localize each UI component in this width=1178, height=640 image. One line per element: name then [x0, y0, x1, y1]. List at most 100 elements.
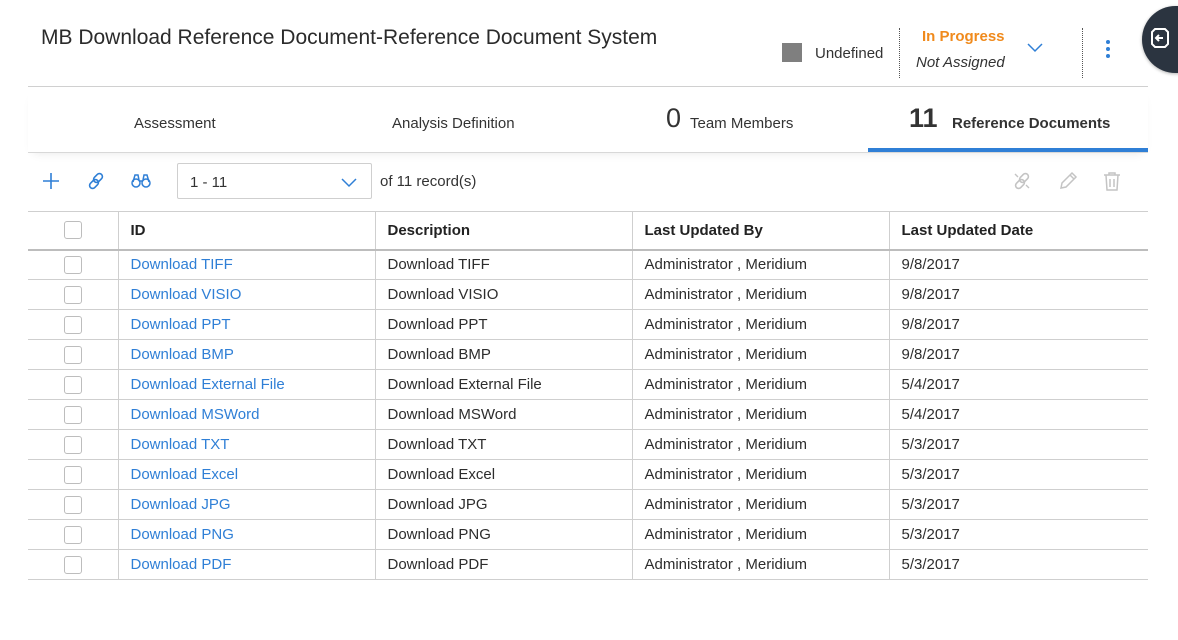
tabs-divider: [28, 152, 1148, 153]
document-id-link[interactable]: Download PNG: [131, 526, 234, 543]
trash-icon[interactable]: [1101, 170, 1123, 192]
updated-date-cell: 9/8/2017: [889, 339, 1148, 370]
state-name[interactable]: In Progress: [922, 28, 1005, 45]
document-id-link[interactable]: Download VISIO: [131, 286, 242, 303]
updated-date-cell: 5/3/2017: [889, 549, 1148, 580]
table-row: Download PPT Download PPT Administrator …: [28, 309, 1148, 340]
row-checkbox[interactable]: [63, 525, 82, 544]
table-row: Download External File Download External…: [28, 369, 1148, 400]
reference-documents-table: ID Description Last Updated By Last Upda…: [28, 211, 1148, 580]
table-row: Download PDF Download PDF Administrator …: [28, 549, 1148, 580]
tab-label: Analysis Definition: [392, 115, 515, 132]
column-header-description[interactable]: Description: [375, 211, 633, 251]
description-cell: Download PNG: [375, 519, 633, 550]
row-checkbox[interactable]: [63, 315, 82, 334]
row-checkbox[interactable]: [63, 495, 82, 514]
more-options-icon[interactable]: [1100, 40, 1116, 62]
updated-by-cell: Administrator , Meridium: [632, 309, 890, 340]
updated-by-cell: Administrator , Meridium: [632, 339, 890, 370]
updated-date-cell: 5/3/2017: [889, 429, 1148, 460]
tab-label: Assessment: [134, 115, 216, 132]
page-title: MB Download Reference Document-Reference…: [41, 26, 658, 49]
page-range-value: 1 - 11: [190, 174, 228, 191]
tab-team-members[interactable]: 0 Team Members: [588, 87, 868, 152]
row-checkbox[interactable]: [63, 465, 82, 484]
updated-by-cell: Administrator , Meridium: [632, 249, 890, 280]
description-cell: Download PPT: [375, 309, 633, 340]
side-panel-toggle[interactable]: [1142, 6, 1178, 73]
updated-by-cell: Administrator , Meridium: [632, 369, 890, 400]
tab-label: Team Members: [690, 115, 794, 132]
description-cell: Download PDF: [375, 549, 633, 580]
document-id-link[interactable]: Download TIFF: [131, 256, 233, 273]
description-cell: Download External File: [375, 369, 633, 400]
plus-icon[interactable]: [40, 170, 62, 192]
updated-by-cell: Administrator , Meridium: [632, 489, 890, 520]
row-checkbox[interactable]: [63, 285, 82, 304]
updated-date-cell: 5/3/2017: [889, 519, 1148, 550]
row-checkbox[interactable]: [63, 435, 82, 454]
pencil-icon[interactable]: [1057, 170, 1079, 192]
description-cell: Download Excel: [375, 459, 633, 490]
updated-date-cell: 9/8/2017: [889, 249, 1148, 280]
table-row: Download Excel Download Excel Administra…: [28, 459, 1148, 490]
table-row: Download VISIO Download VISIO Administra…: [28, 279, 1148, 310]
table-row: Download BMP Download BMP Administrator …: [28, 339, 1148, 370]
chevron-down-icon[interactable]: [1027, 40, 1043, 58]
select-all-cell: [28, 211, 119, 251]
tab-reference-documents[interactable]: 11 Reference Documents: [868, 87, 1148, 152]
updated-date-cell: 5/3/2017: [889, 459, 1148, 490]
document-id-link[interactable]: Download PPT: [131, 316, 231, 333]
status-color-swatch: [782, 43, 802, 62]
page-range-select[interactable]: 1 - 11: [177, 163, 372, 199]
description-cell: Download TXT: [375, 429, 633, 460]
status-label: Undefined: [815, 45, 884, 62]
tab-analysis-definition[interactable]: Analysis Definition: [308, 87, 588, 152]
column-header-last-updated-date[interactable]: Last Updated Date: [889, 211, 1148, 251]
updated-date-cell: 9/8/2017: [889, 309, 1148, 340]
unlink-icon[interactable]: [1011, 170, 1033, 192]
record-count: of 11 record(s): [380, 173, 477, 190]
document-id-link[interactable]: Download Excel: [131, 466, 239, 483]
state-assignment: Not Assigned: [916, 54, 1005, 71]
description-cell: Download MSWord: [375, 399, 633, 430]
table-row: Download MSWord Download MSWord Administ…: [28, 399, 1148, 430]
updated-by-cell: Administrator , Meridium: [632, 549, 890, 580]
document-id-link[interactable]: Download BMP: [131, 346, 234, 363]
table-row: Download PNG Download PNG Administrator …: [28, 519, 1148, 550]
updated-date-cell: 5/3/2017: [889, 489, 1148, 520]
updated-by-cell: Administrator , Meridium: [632, 399, 890, 430]
row-checkbox[interactable]: [63, 555, 82, 574]
header-divider: [899, 28, 900, 78]
row-checkbox[interactable]: [63, 405, 82, 424]
description-cell: Download VISIO: [375, 279, 633, 310]
tab-label: Reference Documents: [952, 115, 1111, 132]
description-cell: Download JPG: [375, 489, 633, 520]
document-id-link[interactable]: Download External File: [131, 376, 285, 393]
binoculars-icon[interactable]: [130, 170, 152, 192]
row-checkbox[interactable]: [63, 345, 82, 364]
updated-date-cell: 9/8/2017: [889, 279, 1148, 310]
chevron-down-icon: [341, 178, 357, 188]
column-header-last-updated-by[interactable]: Last Updated By: [632, 211, 890, 251]
tab-assessment[interactable]: Assessment: [28, 87, 308, 152]
updated-by-cell: Administrator , Meridium: [632, 429, 890, 460]
row-checkbox[interactable]: [63, 255, 82, 274]
table-header-row: ID Description Last Updated By Last Upda…: [28, 211, 1148, 251]
document-id-link[interactable]: Download MSWord: [131, 406, 260, 423]
updated-by-cell: Administrator , Meridium: [632, 279, 890, 310]
table-row: Download TXT Download TXT Administrator …: [28, 429, 1148, 460]
table-row: Download TIFF Download TIFF Administrato…: [28, 249, 1148, 280]
column-header-id[interactable]: ID: [118, 211, 376, 251]
updated-by-cell: Administrator , Meridium: [632, 519, 890, 550]
link-icon[interactable]: [85, 170, 107, 192]
select-all-checkbox[interactable]: [63, 221, 82, 240]
updated-date-cell: 5/4/2017: [889, 399, 1148, 430]
panel-toggle-icon: [1151, 28, 1169, 48]
description-cell: Download TIFF: [375, 249, 633, 280]
document-id-link[interactable]: Download TXT: [131, 436, 230, 453]
document-id-link[interactable]: Download JPG: [131, 496, 231, 513]
row-checkbox[interactable]: [63, 375, 82, 394]
document-id-link[interactable]: Download PDF: [131, 556, 232, 573]
updated-by-cell: Administrator , Meridium: [632, 459, 890, 490]
